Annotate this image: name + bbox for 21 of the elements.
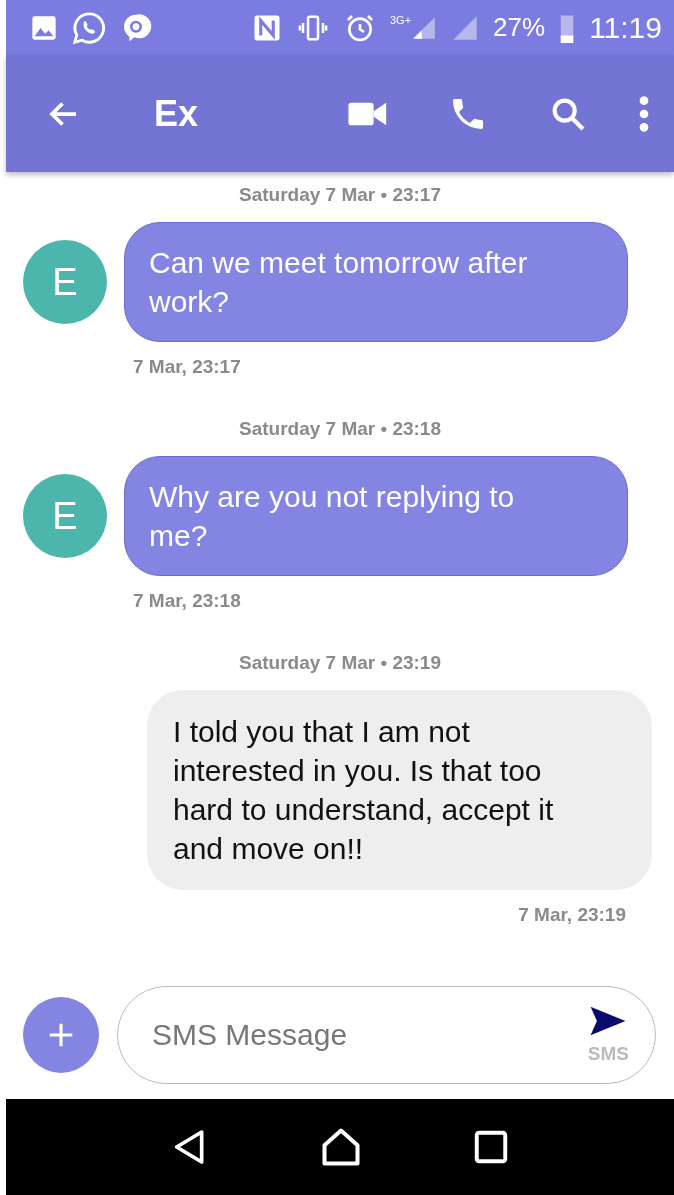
message-time: 7 Mar, 23:19 <box>518 904 626 926</box>
incoming-message: Can we meet tomorrow after work? <box>124 222 628 342</box>
outgoing-message: I told you that I am not interested in you. Is that too hard to understand, accept it and move on!! <box>147 690 652 890</box>
contact-avatar[interactable]: E <box>23 240 107 324</box>
date-header: Saturday 7 Mar • 23:18 <box>239 418 441 440</box>
network-type: 3G+ <box>390 13 412 26</box>
gallery-icon <box>30 13 58 42</box>
message-time: 7 Mar, 23:17 <box>133 356 241 378</box>
battery-percent: 27% <box>493 12 546 43</box>
contact-name: Ex <box>154 92 199 135</box>
home-icon[interactable] <box>319 1125 363 1169</box>
contact-avatar[interactable]: E <box>23 474 107 558</box>
signal-icon <box>451 13 480 42</box>
message-time: 7 Mar, 23:18 <box>133 590 241 612</box>
incoming-message: Why are you not replying to me? <box>124 456 628 576</box>
chat-phone-icon <box>72 10 106 45</box>
clock: 11:19 <box>589 10 662 45</box>
date-header: Saturday 7 Mar • 23:19 <box>239 652 441 674</box>
send-button[interactable]: SMS <box>587 1005 629 1065</box>
more-options-icon[interactable] <box>638 93 650 134</box>
date-header: Saturday 7 Mar • 23:17 <box>239 184 441 206</box>
